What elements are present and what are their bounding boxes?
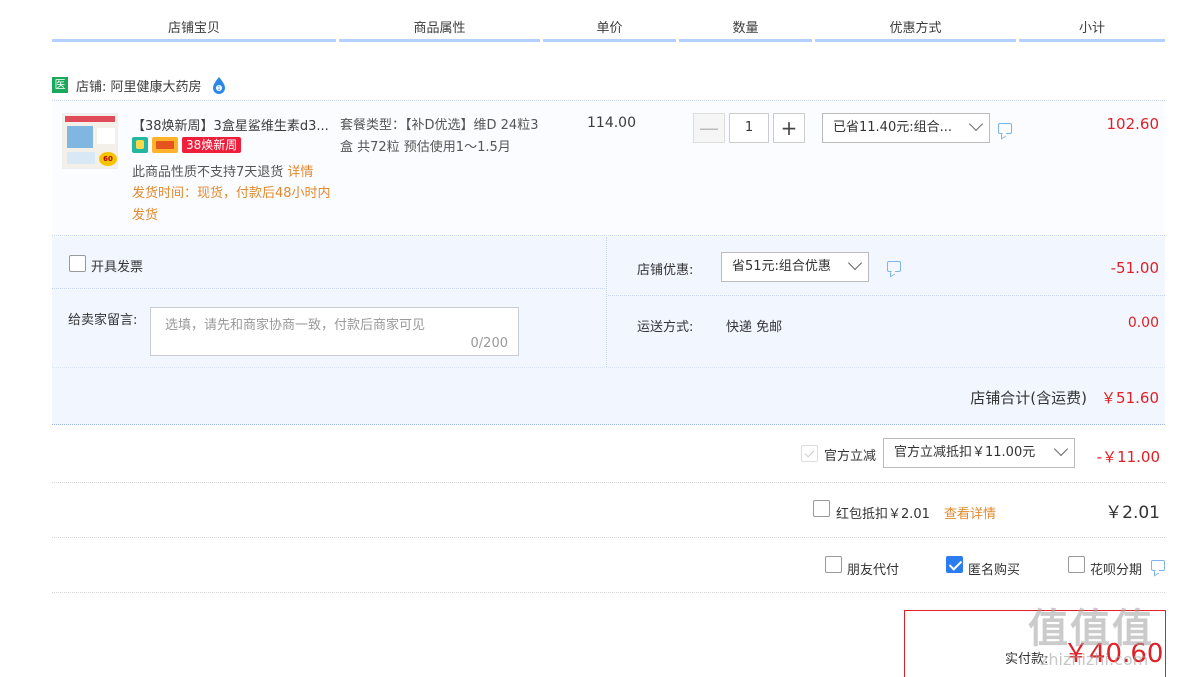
item-discount-select[interactable]: 已省11.40元:组合...	[822, 113, 990, 143]
col-product: 店铺宝贝	[52, 18, 336, 42]
col-price: 单价	[543, 18, 676, 42]
quantity-stepper: — 1 +	[693, 113, 805, 143]
product-attributes: 套餐类型：【补D优选】维D 24粒3盒 共72粒 预估使用1～1.5月	[340, 118, 539, 155]
message-placeholder: 选填，请先和商家协商一致，付款后商家可见	[165, 318, 426, 333]
anonymous-label[interactable]: 匿名购买	[968, 559, 1020, 578]
thumb-price-badge: 60	[99, 152, 117, 166]
anonymous-checkbox[interactable]	[946, 556, 963, 573]
shop-discount-option: 省51元:组合优惠	[732, 259, 831, 274]
official-discount-select[interactable]: 官方立减抵扣￥11.00元	[883, 438, 1075, 468]
shop-summary-panel: 开具发票 给卖家留言: 选填，请先和商家协商一致，付款后商家可见 0/200 店…	[52, 237, 1165, 425]
promo-tag: 38焕新周	[182, 137, 242, 153]
watermark-url: zhizhizhi.com	[1040, 650, 1149, 669]
shop-discount-value: -51.00	[1110, 259, 1159, 277]
official-discount-option: 官方立减抵扣￥11.00元	[894, 445, 1036, 460]
huabei-checkbox[interactable]	[1068, 556, 1085, 573]
red-packet-detail-link[interactable]: 查看详情	[944, 503, 996, 522]
wangwang-chat-icon[interactable]: 1	[210, 76, 228, 94]
official-discount-label: 官方立减	[824, 449, 877, 464]
quantity-decrease-button[interactable]: —	[693, 113, 725, 143]
friend-pay-label[interactable]: 朋友代付	[847, 559, 899, 578]
col-attr: 商品属性	[339, 18, 540, 42]
quantity-input[interactable]: 1	[729, 113, 769, 143]
shop-discount-label: 店铺优惠:	[637, 263, 694, 278]
return-policy-text: 此商品性质不支持7天退货	[132, 165, 284, 180]
shipping-method: 快递 免邮	[726, 320, 783, 335]
huabei-info-icon[interactable]	[1151, 560, 1165, 571]
return-policy-link[interactable]: 详情	[287, 165, 313, 180]
product-tags: 38焕新周	[132, 137, 242, 153]
chevron-down-icon	[968, 116, 984, 132]
shop-total-label: 店铺合计(含运费)	[970, 389, 1087, 407]
col-discount: 优惠方式	[815, 18, 1016, 42]
col-qty: 数量	[679, 18, 812, 42]
shop-discount-select[interactable]: 省51元:组合优惠	[721, 252, 869, 282]
red-packet-value: ￥2.01	[1105, 503, 1160, 523]
watermark-logo: 值值值	[1028, 606, 1154, 652]
table-header: 店铺宝贝 商品属性 单价 数量 优惠方式 小计	[52, 18, 1165, 42]
chevron-down-icon	[847, 255, 863, 271]
return-policy-note: 此商品性质不支持7天退货 详情	[132, 161, 313, 180]
official-discount-value: -￥11.00	[1096, 448, 1160, 466]
order-confirm-page: 店铺宝贝 商品属性 单价 数量 优惠方式 小计 医 店铺: 阿里健康大药房 1 …	[0, 0, 1178, 677]
seller-message-input[interactable]: 选填，请先和商家协商一致，付款后商家可见 0/200	[150, 307, 519, 356]
service-tag-icon	[132, 137, 148, 153]
shop-total-value: ￥51.60	[1101, 389, 1159, 407]
message-label: 给卖家留言:	[68, 313, 138, 328]
friend-pay-checkbox[interactable]	[825, 556, 842, 573]
shop-line: 医 店铺: 阿里健康大药房 1	[52, 75, 228, 95]
unit-price: 114.00	[587, 115, 636, 131]
product-title[interactable]: 【38焕新周】3盒星鲨维生素d3...	[132, 115, 337, 134]
chevron-down-icon	[1053, 441, 1069, 457]
ship-time-note: 发货时间：现货，付款后48小时内发货	[132, 186, 331, 223]
shipping-label: 运送方式:	[637, 320, 694, 335]
huabei-label[interactable]: 花呗分期	[1090, 559, 1142, 578]
shipping-fee: 0.00	[1127, 315, 1159, 331]
cart-item-row: 60 【38焕新周】3盒星鲨维生素d3... 38焕新周 此商品性质不支持7天退…	[52, 100, 1165, 236]
red-packet-label[interactable]: 红包抵扣￥2.01	[836, 503, 930, 522]
invoice-label[interactable]: 开具发票	[91, 256, 143, 275]
shop-name[interactable]: 店铺: 阿里健康大药房	[76, 76, 202, 95]
red-packet-checkbox[interactable]	[813, 500, 830, 517]
item-subtotal: 102.60	[1106, 115, 1160, 133]
invoice-checkbox[interactable]	[69, 255, 86, 272]
medical-badge-icon: 医	[52, 77, 68, 93]
card-tag-icon	[152, 137, 178, 153]
col-subtotal: 小计	[1019, 18, 1165, 42]
official-discount-checkbox	[801, 445, 818, 462]
message-counter: 0/200	[470, 336, 508, 351]
quantity-increase-button[interactable]: +	[773, 113, 805, 143]
svg-text:1: 1	[217, 86, 220, 92]
shop-discount-info-icon[interactable]	[887, 261, 901, 272]
product-thumbnail[interactable]: 60	[62, 113, 118, 169]
item-discount-value: 已省11.40元:组合...	[833, 120, 952, 135]
discount-info-icon[interactable]	[998, 123, 1012, 134]
